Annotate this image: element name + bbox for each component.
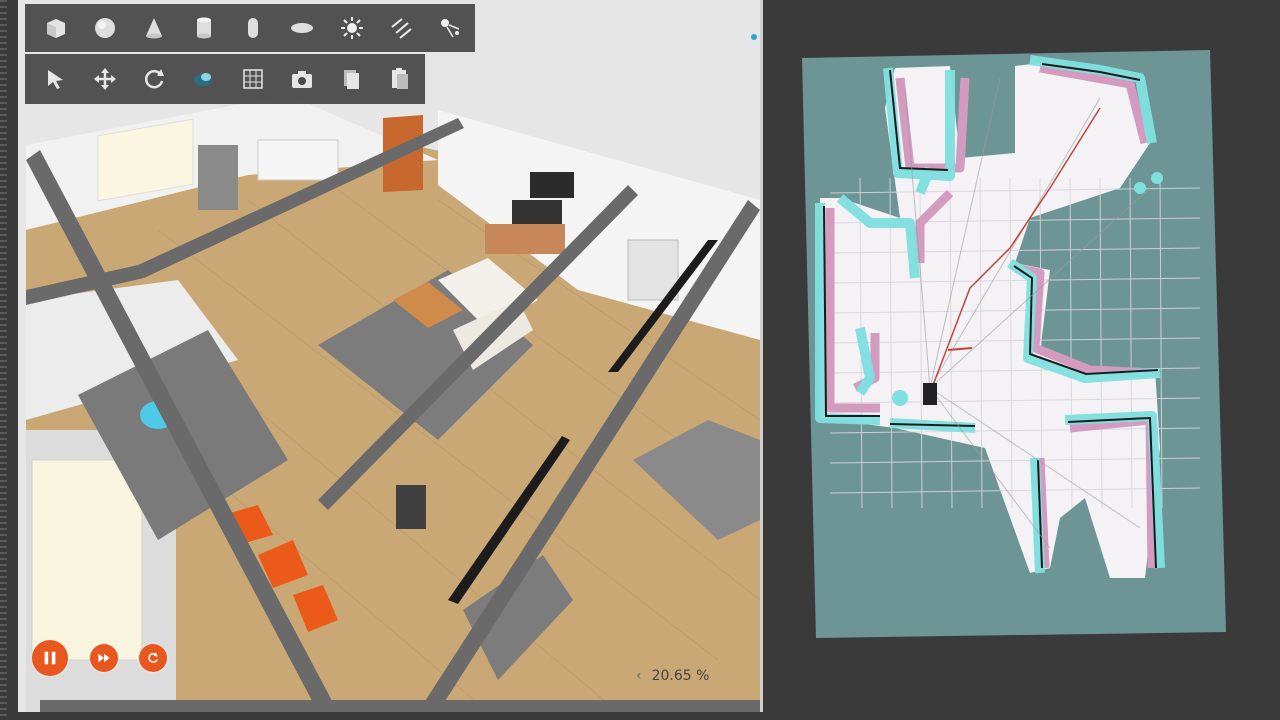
spot-light-icon[interactable] bbox=[426, 6, 475, 50]
real-time-factor: ‹ 20.65 % bbox=[636, 665, 746, 687]
real-time-factor-value: 20.65 % bbox=[651, 668, 710, 684]
collapse-arrow[interactable]: ‹ bbox=[636, 668, 642, 684]
scale-icon[interactable] bbox=[179, 57, 228, 101]
shapes-toolbar bbox=[25, 4, 475, 52]
sun-light-icon[interactable] bbox=[327, 6, 376, 50]
fast-forward-icon bbox=[98, 653, 110, 663]
3d-scene[interactable] bbox=[18, 0, 760, 712]
screenshot-camera-icon[interactable] bbox=[277, 57, 326, 101]
occupancy-map[interactable] bbox=[800, 48, 1228, 640]
select-arrow-icon[interactable] bbox=[31, 57, 80, 101]
directional-light-icon[interactable] bbox=[376, 6, 425, 50]
box-icon[interactable] bbox=[31, 6, 80, 50]
cone-icon[interactable] bbox=[130, 6, 179, 50]
sphere-icon[interactable] bbox=[80, 6, 129, 50]
grid-snap-icon[interactable] bbox=[228, 57, 277, 101]
paste-icon[interactable] bbox=[376, 57, 425, 101]
rotate-icon[interactable] bbox=[130, 57, 179, 101]
copy-icon[interactable] bbox=[327, 57, 376, 101]
ellipsoid-icon[interactable] bbox=[278, 6, 327, 50]
viewport-marker bbox=[751, 34, 757, 40]
translate-icon[interactable] bbox=[80, 57, 129, 101]
capsule-icon[interactable] bbox=[228, 6, 277, 50]
occupancy-map-panel[interactable] bbox=[800, 48, 1228, 640]
cylinder-icon[interactable] bbox=[179, 6, 228, 50]
step-button[interactable] bbox=[90, 644, 118, 672]
reset-icon bbox=[148, 652, 158, 663]
manipulation-toolbar bbox=[25, 54, 425, 104]
gazebo-viewport[interactable]: ‹ 20.65 % bbox=[18, 0, 763, 712]
window-edge-ruler bbox=[0, 0, 7, 720]
pause-icon bbox=[44, 651, 56, 665]
pause-button[interactable] bbox=[32, 640, 68, 676]
reset-button[interactable] bbox=[139, 644, 167, 672]
